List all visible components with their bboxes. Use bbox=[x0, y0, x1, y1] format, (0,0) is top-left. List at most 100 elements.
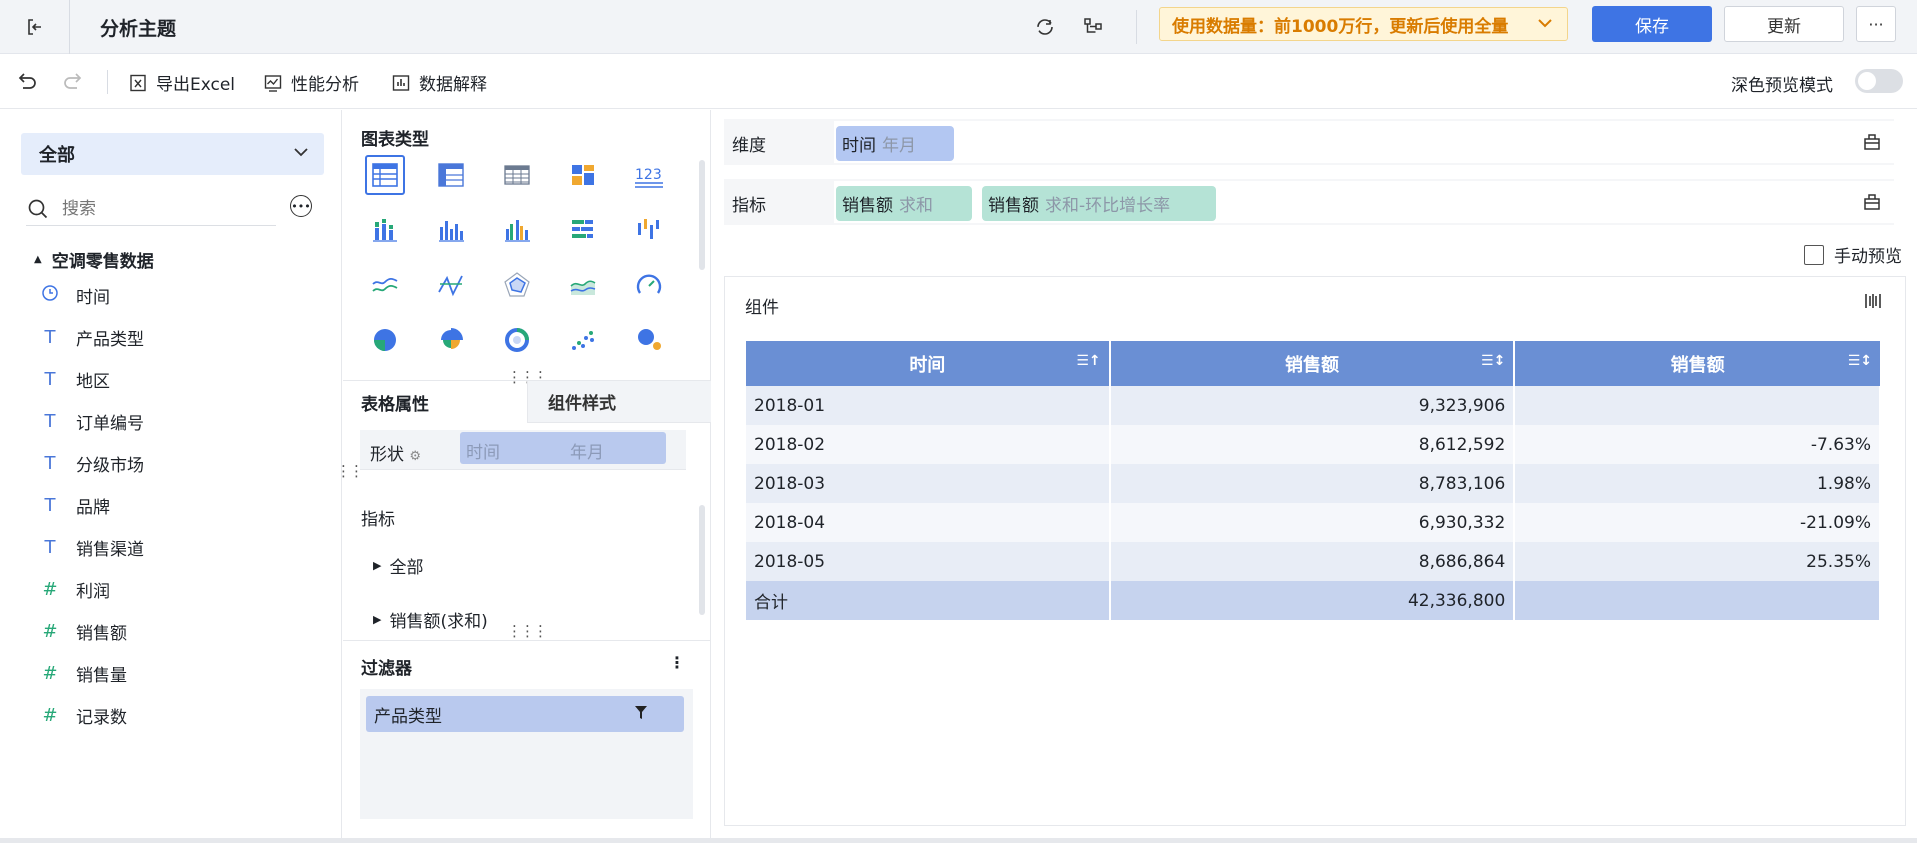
pie-rose-icon[interactable] bbox=[431, 320, 471, 360]
refresh-icon[interactable] bbox=[1031, 13, 1059, 41]
sort-icon[interactable]: ☰↕ bbox=[1481, 353, 1505, 369]
more-options-icon[interactable]: ••• bbox=[290, 195, 312, 217]
tab-component-style[interactable]: 组件样式 bbox=[527, 381, 711, 423]
field-item-sales-channel[interactable]: T 销售渠道 bbox=[40, 535, 145, 560]
field-item-order-id[interactable]: T 订单编号 bbox=[40, 409, 145, 434]
field-label: 销售量 bbox=[76, 666, 127, 686]
pill-name: 时间 bbox=[842, 136, 876, 156]
toolbar: 导出Excel 性能分析 数据解释 深色预览模式 bbox=[0, 55, 1917, 109]
lineage-icon[interactable] bbox=[1079, 13, 1107, 41]
sort-icon[interactable]: ☰↕ bbox=[1848, 353, 1872, 369]
indicator-pill-sales-mom[interactable]: 销售额 求和-环比增长率 bbox=[982, 186, 1216, 221]
cell-total-label: 合计 bbox=[746, 581, 1111, 620]
field-label: 时间 bbox=[76, 288, 110, 308]
dimension-clear-icon[interactable] bbox=[1850, 121, 1894, 163]
table-cross-icon[interactable] bbox=[431, 155, 471, 195]
field-item-sales-amount[interactable]: # 销售额 bbox=[40, 619, 127, 644]
tab-table-properties[interactable]: 表格属性 bbox=[361, 381, 511, 423]
pill-sub: 年月 bbox=[882, 136, 916, 156]
dimension-row: 维度 时间 年月 bbox=[724, 119, 1894, 165]
indicator-clear-icon[interactable] bbox=[1850, 181, 1894, 223]
properties-scrollbar[interactable] bbox=[699, 505, 705, 615]
field-item-profit[interactable]: # 利润 bbox=[40, 577, 110, 602]
bar-horizontal-icon[interactable] bbox=[563, 210, 603, 250]
bar-multi-icon[interactable] bbox=[497, 210, 537, 250]
radar-icon[interactable] bbox=[497, 265, 537, 305]
field-item-product-type[interactable]: T 产品类型 bbox=[40, 325, 145, 350]
chart-types-title: 图表类型 bbox=[361, 130, 429, 150]
table-header-sales[interactable]: 销售额 ☰↕ bbox=[1109, 341, 1516, 386]
field-item-market-tier[interactable]: T 分级市场 bbox=[40, 451, 145, 476]
scope-value: 全部 bbox=[39, 145, 75, 166]
field-item-sales-volume[interactable]: # 销售量 bbox=[40, 661, 127, 686]
table-header-sales-mom[interactable]: 销售额 ☰↕ bbox=[1514, 341, 1880, 386]
field-item-time[interactable]: 时间 bbox=[40, 283, 110, 308]
text-icon: T bbox=[44, 453, 56, 474]
table-header-time[interactable]: 时间 ☰↑ bbox=[746, 341, 1111, 386]
indicator-pill-sales-sum[interactable]: 销售额 求和 bbox=[836, 186, 972, 221]
indicator-group-all[interactable]: ▶ 全部 bbox=[373, 553, 423, 578]
field-label: 销售渠道 bbox=[76, 540, 144, 560]
filter-more-icon[interactable]: ⋮ bbox=[669, 653, 685, 672]
bubble-icon[interactable] bbox=[629, 320, 669, 360]
filter-item[interactable]: 产品类型 bbox=[366, 696, 684, 732]
hash-icon: # bbox=[42, 621, 58, 642]
resize-handle-icon[interactable]: ⋮⋮⋮ bbox=[507, 622, 548, 640]
bar-grouped-icon[interactable] bbox=[365, 210, 405, 250]
field-scope-select[interactable]: 全部 bbox=[21, 133, 324, 175]
dimension-dropzone[interactable]: 时间 年月 bbox=[834, 121, 1852, 163]
export-excel-button[interactable]: 导出Excel bbox=[128, 70, 235, 95]
indicator-group-sales[interactable]: ▶ 销售额(求和) bbox=[373, 607, 488, 632]
sort-asc-icon[interactable]: ☰↑ bbox=[1076, 353, 1100, 369]
perf-label: 性能分析 bbox=[291, 75, 359, 95]
performance-icon bbox=[263, 73, 283, 93]
kpi-card-icon[interactable] bbox=[563, 155, 603, 195]
filter-dropzone[interactable]: 产品类型 bbox=[360, 689, 693, 819]
shape-row: 形状 ⚙ 时间 年月 bbox=[360, 430, 686, 470]
update-button[interactable]: 更新 bbox=[1724, 6, 1844, 42]
data-usage-dropdown[interactable]: 使用数据量：前1000万行，更新后使用全量 bbox=[1159, 7, 1568, 41]
funnel-icon[interactable] bbox=[634, 705, 648, 725]
expand-triangle-icon: ▶ bbox=[373, 559, 382, 572]
property-tabs: 表格属性 组件样式 bbox=[343, 380, 711, 423]
save-button[interactable]: 保存 bbox=[1592, 6, 1712, 42]
table-grouped-icon[interactable] bbox=[365, 155, 405, 195]
number-card-icon[interactable]: 123 bbox=[629, 155, 669, 195]
search-input[interactable] bbox=[62, 198, 262, 219]
field-item-record-count[interactable]: # 记录数 bbox=[40, 703, 127, 728]
dark-preview-toggle[interactable] bbox=[1855, 69, 1903, 93]
gear-icon[interactable]: ⚙ bbox=[409, 449, 421, 464]
performance-analysis-button[interactable]: 性能分析 bbox=[263, 70, 359, 95]
manual-preview-checkbox[interactable] bbox=[1804, 244, 1824, 265]
exit-icon[interactable] bbox=[20, 12, 50, 42]
area-chart-icon[interactable] bbox=[563, 265, 603, 305]
expand-triangle-icon: ▶ bbox=[373, 613, 382, 626]
pie-chart-icon[interactable] bbox=[365, 320, 405, 360]
table-detail-icon[interactable] bbox=[497, 155, 537, 195]
field-item-brand[interactable]: T 品牌 bbox=[40, 493, 111, 518]
line-chart-icon[interactable] bbox=[365, 265, 405, 305]
dataset-name: 空调零售数据 bbox=[51, 252, 154, 272]
undo-icon[interactable] bbox=[16, 70, 38, 92]
column-width-icon[interactable] bbox=[1863, 291, 1883, 316]
manual-preview[interactable]: 手动预览 bbox=[1804, 242, 1902, 267]
shape-label: 形状 ⚙ bbox=[370, 445, 422, 465]
radar-line-icon[interactable] bbox=[431, 265, 471, 305]
dimension-pill-time[interactable]: 时间 年月 bbox=[836, 126, 954, 161]
chart-types-scrollbar[interactable] bbox=[699, 160, 705, 270]
top-bar: 分析主题 使用数据量：前1000万行，更新后使用全量 保存 更新 ··· bbox=[0, 0, 1917, 54]
data-explain-button[interactable]: 数据解释 bbox=[391, 70, 487, 95]
bar-range-icon[interactable] bbox=[629, 210, 669, 250]
indicator-dropzone[interactable]: 销售额 求和 销售额 求和-环比增长率 bbox=[834, 181, 1852, 223]
field-item-region[interactable]: T 地区 bbox=[40, 367, 111, 392]
gauge-icon[interactable] bbox=[629, 265, 669, 305]
shape-field-pill[interactable]: 时间 年月 bbox=[460, 432, 666, 464]
pill-name: 销售额 bbox=[842, 196, 893, 216]
dataset-node[interactable]: ▲ 空调零售数据 bbox=[34, 247, 154, 272]
more-button[interactable]: ··· bbox=[1856, 6, 1896, 42]
scatter-icon[interactable] bbox=[563, 320, 603, 360]
bar-stacked-icon[interactable] bbox=[431, 210, 471, 250]
redo-icon[interactable] bbox=[62, 70, 84, 92]
ring-chart-icon[interactable] bbox=[497, 320, 537, 360]
field-label: 订单编号 bbox=[76, 414, 144, 434]
